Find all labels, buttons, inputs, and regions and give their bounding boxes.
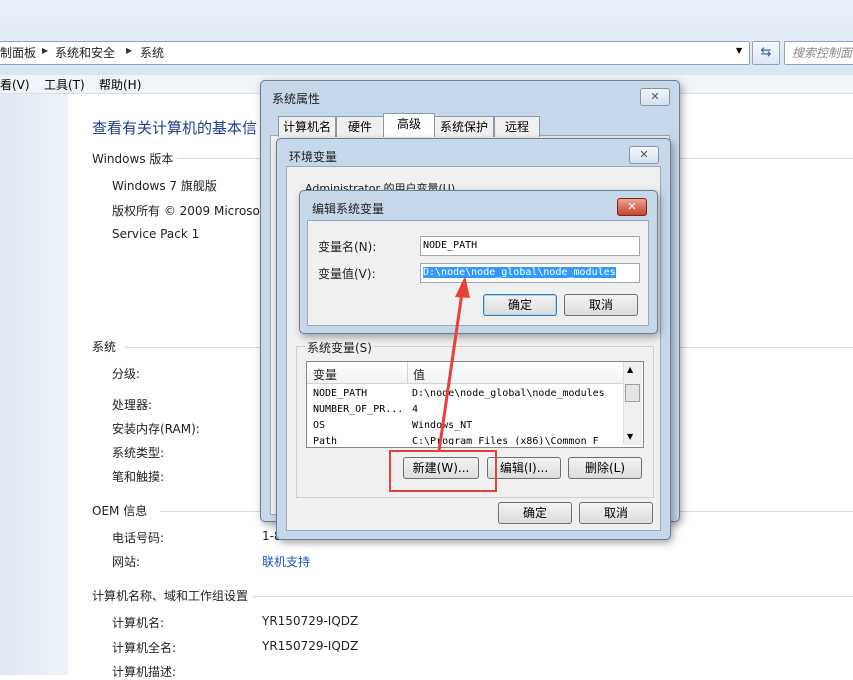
annotation-arrow-head [455, 276, 470, 298]
annotation-arrow-shaft [437, 292, 464, 452]
highlight-box [389, 450, 497, 492]
annotation-overlay [389, 276, 497, 492]
